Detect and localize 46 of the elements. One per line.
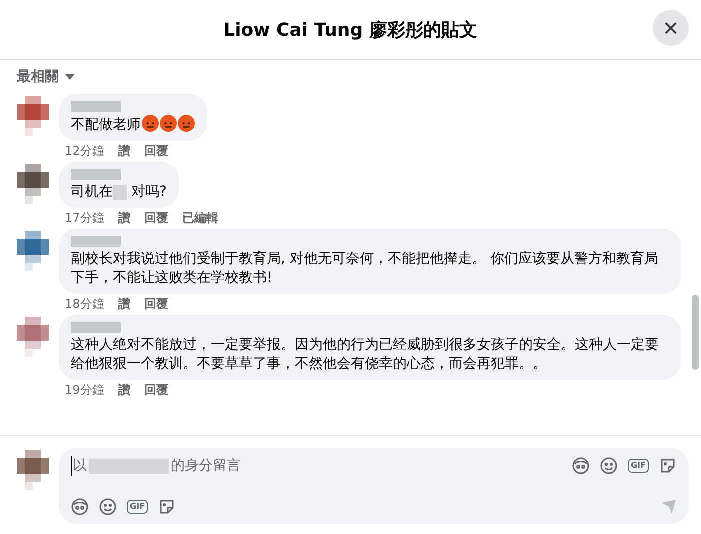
redacted-name <box>71 101 121 112</box>
avatar <box>17 317 49 357</box>
placeholder-suffix: 的身分留言 <box>171 457 241 475</box>
comment-action[interactable]: 讚 <box>118 382 130 400</box>
redacted-word <box>113 184 127 200</box>
dialog-title: Liow Cai Tung 廖彩彤的貼文 <box>224 18 478 42</box>
comment-time[interactable]: 12分鐘 <box>65 143 104 161</box>
comment-text: 不配做老师 <box>71 115 195 135</box>
avatar-sticker-icon[interactable] <box>71 498 89 516</box>
avatar <box>17 96 49 136</box>
angry-emoji-icon <box>160 115 177 132</box>
comment-action[interactable]: 回覆 <box>144 210 168 228</box>
comment-action[interactable]: 讚 <box>118 143 130 161</box>
comment-text: 这种人绝对不能放过，一定要举报。因为他的行为已经威胁到很多女孩子的安全。这种人一定要给他狠狠一个教训。不要草草了事，不然他会有侥幸的心态，而会再犯罪。。 <box>71 336 660 374</box>
comment-action[interactable]: 回覆 <box>144 143 168 161</box>
avatar <box>17 450 49 490</box>
comment-field[interactable]: 以 的身分留言 GIF GIF <box>59 448 689 524</box>
comment-time[interactable]: 17分鐘 <box>65 210 104 228</box>
comment-action[interactable]: 回覆 <box>144 296 168 314</box>
gif-button[interactable]: GIF <box>628 459 649 473</box>
comment-action[interactable]: 讚 <box>118 296 130 314</box>
avatar <box>17 164 49 204</box>
angry-emoji-icon <box>142 115 159 132</box>
comment-action[interactable]: 回覆 <box>144 382 168 400</box>
comment-action[interactable]: 已編輯 <box>182 210 218 228</box>
redacted-name <box>71 322 121 333</box>
emoji-icon[interactable] <box>99 498 117 516</box>
avatar-sticker-icon[interactable] <box>572 457 590 475</box>
sticker-icon[interactable] <box>158 498 176 516</box>
comment-action[interactable]: 讚 <box>118 210 130 228</box>
comment-text: 司机在 对吗? <box>71 183 167 202</box>
comment-time[interactable]: 18分鐘 <box>65 296 104 314</box>
angry-emoji-icon <box>178 115 195 132</box>
comment-text: 副校长对我说过他们受制于教育局, 对他无可奈何，不能把他撵走。 你们应该要从警方和教育局下手，不能让这败类在学校教书! <box>71 250 660 288</box>
gif-button[interactable]: GIF <box>127 500 148 514</box>
avatar <box>17 231 49 271</box>
sort-label[interactable]: 最相關 <box>17 68 59 86</box>
sticker-icon[interactable] <box>659 457 677 475</box>
emoji-icon[interactable] <box>600 457 618 475</box>
placeholder-prefix: 以 <box>73 457 87 475</box>
scrollbar[interactable] <box>692 295 699 370</box>
comment-time[interactable]: 19分鐘 <box>65 382 104 400</box>
close-button[interactable]: × <box>653 10 689 46</box>
caret-icon[interactable] <box>65 74 75 80</box>
redacted-name <box>71 169 121 180</box>
redacted-name <box>71 236 121 247</box>
